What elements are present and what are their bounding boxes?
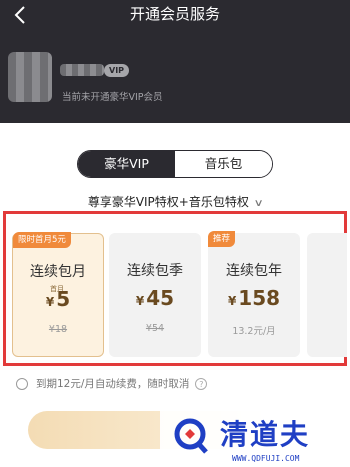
plan-price: ¥45 (135, 286, 175, 310)
privilege-link[interactable]: 尊享豪华VIP特权+音乐包特权 ∨ (0, 193, 350, 210)
tab-luxury-vip[interactable]: 豪华VIP (78, 151, 175, 177)
chevron-down-icon: ∨ (253, 198, 264, 209)
plan-price: ¥158 (227, 286, 281, 310)
page-title: 开通会员服务 (129, 5, 220, 23)
username (60, 64, 104, 76)
tab-music-pack[interactable]: 音乐包 (175, 151, 272, 177)
plan-card-yearly[interactable]: 推荐 连续包年 ¥158 13.2元/月 (208, 231, 300, 357)
plan-card-partial[interactable] (307, 233, 347, 357)
plan-card-quarterly[interactable]: 连续包季 ¥45 ¥54 (109, 233, 201, 357)
recommend-tag: 推荐 (208, 231, 236, 247)
watermark-logo-icon (174, 418, 208, 454)
original-price: ¥54 (145, 323, 165, 334)
original-price: ¥18 (48, 324, 68, 335)
plan-name: 连续包月 (30, 264, 86, 280)
watermark-text: 清道夫 (220, 418, 311, 451)
membership-status: 当前未开通豪华VIP会员 (62, 92, 163, 103)
promo-tag: 限时首月5元 (13, 232, 71, 248)
help-icon[interactable]: ? (195, 377, 208, 390)
auto-renew-text: 到期12元/月自动续费，随时取消 (36, 378, 190, 390)
membership-tabs: 豪华VIP 音乐包 (77, 150, 273, 178)
vip-badge: VIP (104, 64, 130, 77)
monthly-equivalent: 13.2元/月 (232, 326, 276, 337)
watermark: 清道夫 WWW.QDFUJI.COM (160, 410, 350, 467)
header: 开通会员服务 VIP 当前未开通豪华VIP会员 (0, 0, 350, 123)
avatar (8, 52, 52, 102)
privilege-label: 尊享豪华VIP特权+音乐包特权 (87, 195, 249, 209)
plan-name: 连续包年 (226, 263, 282, 279)
plan-price: ¥5 (45, 287, 71, 311)
watermark-url: WWW.QDFUJI.COM (232, 454, 300, 463)
plan-card-monthly[interactable]: 限时首月5元 连续包月 首月 ¥5 ¥18 (12, 232, 104, 357)
auto-renew-row: 到期12元/月自动续费，随时取消 ? (16, 376, 208, 391)
plan-name: 连续包季 (127, 263, 183, 279)
auto-renew-radio[interactable] (16, 377, 28, 390)
